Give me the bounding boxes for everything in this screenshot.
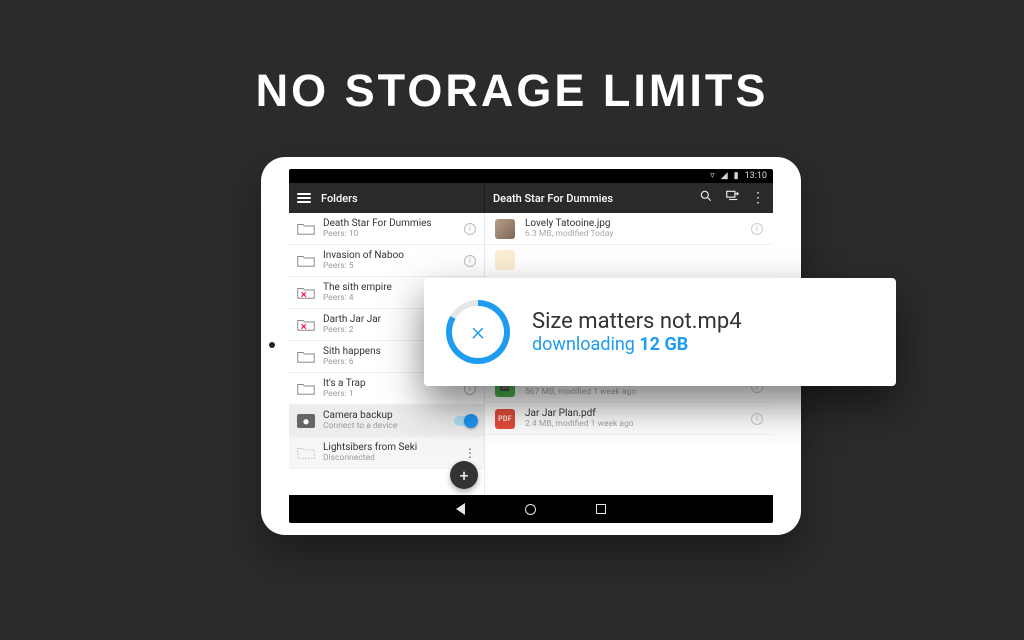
folder-icon (297, 350, 315, 364)
status-bar: ▿ ◢ ▮ 13:10 (289, 169, 773, 183)
file-thumb-icon (495, 219, 515, 239)
download-progress-ring[interactable]: × (446, 300, 510, 364)
file-row[interactable] (485, 245, 773, 276)
folder-readonly-icon (297, 286, 315, 300)
info-icon[interactable]: i (464, 223, 476, 235)
header-right-title: Death Star For Dummies (493, 192, 613, 205)
header-left: Folders (289, 183, 485, 213)
file-meta: 567 MB, modified 1 week ago (525, 387, 741, 397)
file-row[interactable]: Lovely Tatooine.jpg6.3 MB, modified Toda… (485, 213, 773, 245)
folder-name: Death Star For Dummies (323, 218, 456, 229)
info-icon[interactable]: i (751, 223, 763, 235)
popup-title: Size matters not.mp4 (532, 309, 742, 334)
file-name: Jar Jar Plan.pdf (525, 408, 741, 419)
folder-meta: Connect to a device (323, 421, 446, 431)
folder-readonly-icon (297, 318, 315, 332)
folder-name: Camera backup (323, 410, 446, 421)
file-meta: 6.3 MB, modified Today (525, 229, 741, 239)
header-right: Death Star For Dummies ⋮ (485, 183, 773, 213)
nav-home-icon[interactable] (525, 504, 536, 515)
signal-icon: ◢ (721, 171, 728, 181)
popup-size: 12 GB (639, 334, 688, 355)
folder-name: Lightsibers from Seki (323, 442, 456, 453)
file-thumb-icon: PDF (495, 409, 515, 429)
add-queue-icon[interactable] (725, 189, 739, 207)
fab-add-button[interactable]: + (450, 461, 478, 489)
more-icon[interactable]: ⋮ (464, 446, 476, 460)
file-thumb-icon (495, 250, 515, 270)
search-icon[interactable] (699, 189, 713, 207)
folder-row-camera[interactable]: Camera backupConnect to a device (289, 405, 484, 437)
app-header: Folders Death Star For Dummies ⋮ (289, 183, 773, 213)
header-left-title: Folders (321, 192, 358, 205)
folder-name: Invasion of Naboo (323, 250, 456, 261)
folder-disconnected-icon (297, 446, 315, 460)
android-nav-bar (289, 495, 773, 523)
folder-meta: Peers: 10 (323, 229, 456, 239)
cancel-download-icon[interactable]: × (446, 300, 510, 364)
nav-back-icon[interactable] (456, 503, 465, 515)
popup-subtitle: downloading 12 GB (532, 334, 742, 355)
camera-icon (297, 414, 315, 428)
file-name: Lovely Tatooine.jpg (525, 218, 741, 229)
folder-row[interactable]: Death Star For DummiesPeers: 10 i (289, 213, 484, 245)
camera-backup-toggle[interactable] (454, 416, 476, 426)
wifi-icon: ▿ (710, 171, 715, 181)
folder-meta: Peers: 5 (323, 261, 456, 271)
popup-status-word: downloading (532, 334, 639, 355)
file-meta: 2.4 MB, modified 1 week ago (525, 419, 741, 429)
folder-icon (297, 222, 315, 236)
nav-recent-icon[interactable] (596, 504, 606, 514)
folder-row[interactable]: Invasion of NabooPeers: 5 i (289, 245, 484, 277)
folder-meta: Peers: 1 (323, 389, 456, 399)
folder-icon (297, 254, 315, 268)
download-popup: × Size matters not.mp4 downloading 12 GB (424, 278, 896, 386)
status-time: 13:10 (745, 171, 767, 181)
folder-meta: Disconnected (323, 453, 456, 463)
info-icon[interactable]: i (464, 255, 476, 267)
menu-icon[interactable] (297, 193, 311, 203)
tablet-camera-dot (269, 342, 275, 348)
file-row[interactable]: PDF Jar Jar Plan.pdf2.4 MB, modified 1 w… (485, 403, 773, 435)
info-icon[interactable]: i (751, 413, 763, 425)
headline: NO STORAGE LIMITS (0, 65, 1024, 117)
folder-icon (297, 382, 315, 396)
battery-icon: ▮ (734, 171, 739, 181)
overflow-icon[interactable]: ⋮ (751, 190, 765, 206)
